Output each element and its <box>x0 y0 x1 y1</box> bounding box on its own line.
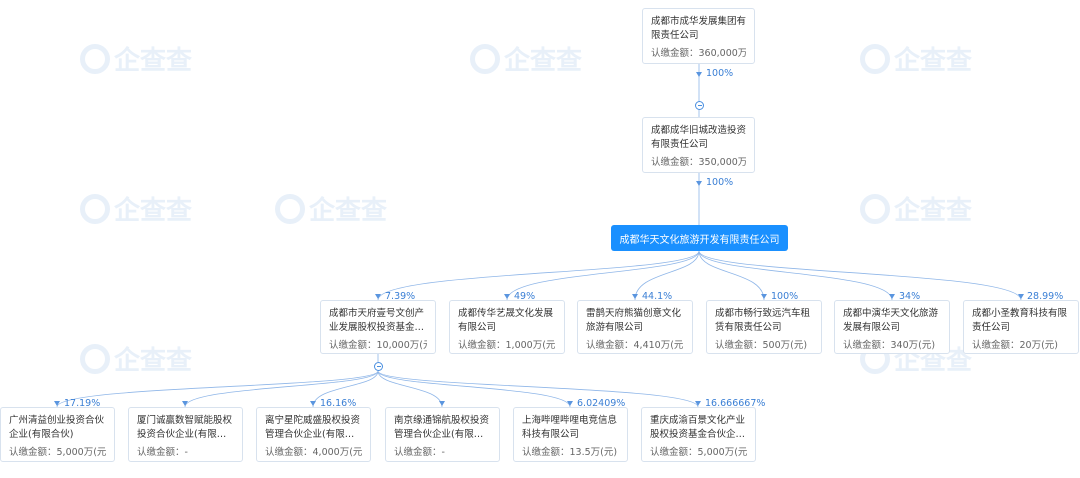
shareholder-node-2[interactable]: 成都成华旧城改造投资有限责任公司 认缴金额：350,000万(... <box>642 117 755 173</box>
company-name: 成都市畅行致远汽车租赁有限责任公司 <box>715 308 811 333</box>
collapse-toggle-icon[interactable] <box>695 101 704 110</box>
company-amount: 认缴金额：13.5万(元) <box>522 447 618 458</box>
company-name: 南京缘通锦航股权投资管理合伙企业(有限合伙) <box>394 415 490 440</box>
company-name: 成都传华艺晟文化发展有限公司 <box>458 308 554 333</box>
sub-investment-node-6[interactable]: 重庆成渝百景文化产业股权投资基金合伙企业(有限... 认缴金额：5,000万(元… <box>641 407 756 462</box>
company-amount: 认缴金额：- <box>394 447 445 458</box>
arrow-icon <box>695 401 701 406</box>
connector-investment-6 <box>698 250 1022 301</box>
company-name: 广州清益创业投资合伙企业(有限合伙) <box>9 415 105 440</box>
investment-node-5[interactable]: 成都中演华天文化旅游发展有限公司 认缴金额：340万(元) <box>834 300 950 354</box>
company-amount: 认缴金额：10,000万(元... <box>329 340 427 351</box>
arrow-icon <box>761 294 767 299</box>
sub-investment-node-5[interactable]: 上海哔哩哔哩电竞信息科技有限公司 认缴金额：13.5万(元) <box>513 407 628 462</box>
arrow-icon <box>696 181 702 186</box>
company-amount: 认缴金额：- <box>137 447 188 458</box>
sub-investment-percent-3: 16.16% <box>320 398 357 409</box>
sub-investment-percent-5: 6.02409% <box>577 398 626 409</box>
main-company-node[interactable]: 成都华天文化旅游开发有限责任公司 <box>611 225 788 251</box>
arrow-icon <box>504 294 510 299</box>
company-name: 成都市成华发展集团有限责任公司 <box>651 16 746 41</box>
company-amount: 认缴金额：5,000万(元) <box>650 447 747 458</box>
arrow-icon <box>310 401 316 406</box>
connector-sub-investment-4 <box>377 370 443 408</box>
connector-investment-4 <box>698 250 765 301</box>
connector-sub-investment-6 <box>377 370 699 408</box>
company-amount: 认缴金额：340万(元) <box>843 340 936 351</box>
sub-investment-node-4[interactable]: 南京缘通锦航股权投资管理合伙企业(有限合伙) 认缴金额：- <box>385 407 500 462</box>
investment-percent-5: 34% <box>899 291 921 302</box>
chain-percent-2: 100% <box>706 177 734 188</box>
company-amount: 认缴金额：1,000万(元) <box>458 340 556 351</box>
company-name: 成都成华旧城改造投资有限责任公司 <box>651 125 746 150</box>
investment-percent-6: 28.99% <box>1027 291 1064 302</box>
sub-investment-node-1[interactable]: 广州清益创业投资合伙企业(有限合伙) 认缴金额：5,000万(元) <box>0 407 115 462</box>
arrow-icon <box>696 72 702 77</box>
investment-percent-3: 44.1% <box>642 291 673 302</box>
investment-percent-4: 100% <box>771 291 799 302</box>
company-name: 重庆成渝百景文化产业股权投资基金合伙企业(有限... <box>650 415 746 440</box>
company-amount: 认缴金额：20万(元) <box>972 340 1059 351</box>
sub-investment-node-2[interactable]: 厦门诚赢数智赋能股权投资合伙企业(有限合伙) 认缴金额：- <box>128 407 243 462</box>
arrow-icon <box>889 294 895 299</box>
company-name: 离宁星陀威盛股权投资管理合伙企业(有限合伙) <box>265 415 361 440</box>
arrow-icon <box>632 294 638 299</box>
investment-node-1[interactable]: 成都市天府壹号文创产业发展股权投资基金合伙企业... 认缴金额：10,000万(… <box>320 300 436 354</box>
company-amount: 认缴金额：4,000万(元) <box>265 447 362 458</box>
company-name: 成都小圣教育科技有限责任公司 <box>972 308 1068 333</box>
collapse-toggle-icon[interactable] <box>374 362 383 371</box>
investment-percent-2: 49% <box>514 291 536 302</box>
sub-investment-node-3[interactable]: 离宁星陀威盛股权投资管理合伙企业(有限合伙) 认缴金额：4,000万(元) <box>256 407 371 462</box>
investment-node-2[interactable]: 成都传华艺晟文化发展有限公司 认缴金额：1,000万(元) <box>449 300 565 354</box>
investment-node-4[interactable]: 成都市畅行致远汽车租赁有限责任公司 认缴金额：500万(元) <box>706 300 822 354</box>
company-amount: 认缴金额：500万(元) <box>715 340 808 351</box>
sub-investment-percent-1: 17.19% <box>64 398 101 409</box>
company-amount: 认缴金额：5,000万(元) <box>9 447 106 458</box>
investment-percent-1: 7.39% <box>385 291 416 302</box>
company-amount: 认缴金额：4,410万(元) <box>586 340 684 351</box>
company-amount: 认缴金额：350,000万(... <box>651 157 746 168</box>
connector-sub-investment-5 <box>377 370 571 408</box>
arrow-icon <box>54 401 60 406</box>
company-name: 上海哔哩哔哩电竞信息科技有限公司 <box>522 415 618 440</box>
company-name: 成都中演华天文化旅游发展有限公司 <box>843 308 939 333</box>
company-name: 雷鹊天府熊猫创意文化旅游有限公司 <box>586 308 682 333</box>
company-amount: 认缴金额：360,000万(... <box>651 48 746 59</box>
arrow-icon <box>439 401 445 406</box>
investment-node-6[interactable]: 成都小圣教育科技有限责任公司 认缴金额：20万(元) <box>963 300 1079 354</box>
chain-percent-1: 100% <box>706 68 734 79</box>
investment-node-3[interactable]: 雷鹊天府熊猫创意文化旅游有限公司 认缴金额：4,410万(元) <box>577 300 693 354</box>
sub-investment-percent-6: 16.666667% <box>705 398 766 409</box>
company-name: 厦门诚赢数智赋能股权投资合伙企业(有限合伙) <box>137 415 233 440</box>
company-name: 成都市天府壹号文创产业发展股权投资基金合伙企业... <box>329 308 425 333</box>
shareholder-node-1[interactable]: 成都市成华发展集团有限责任公司 认缴金额：360,000万(... <box>642 8 755 64</box>
